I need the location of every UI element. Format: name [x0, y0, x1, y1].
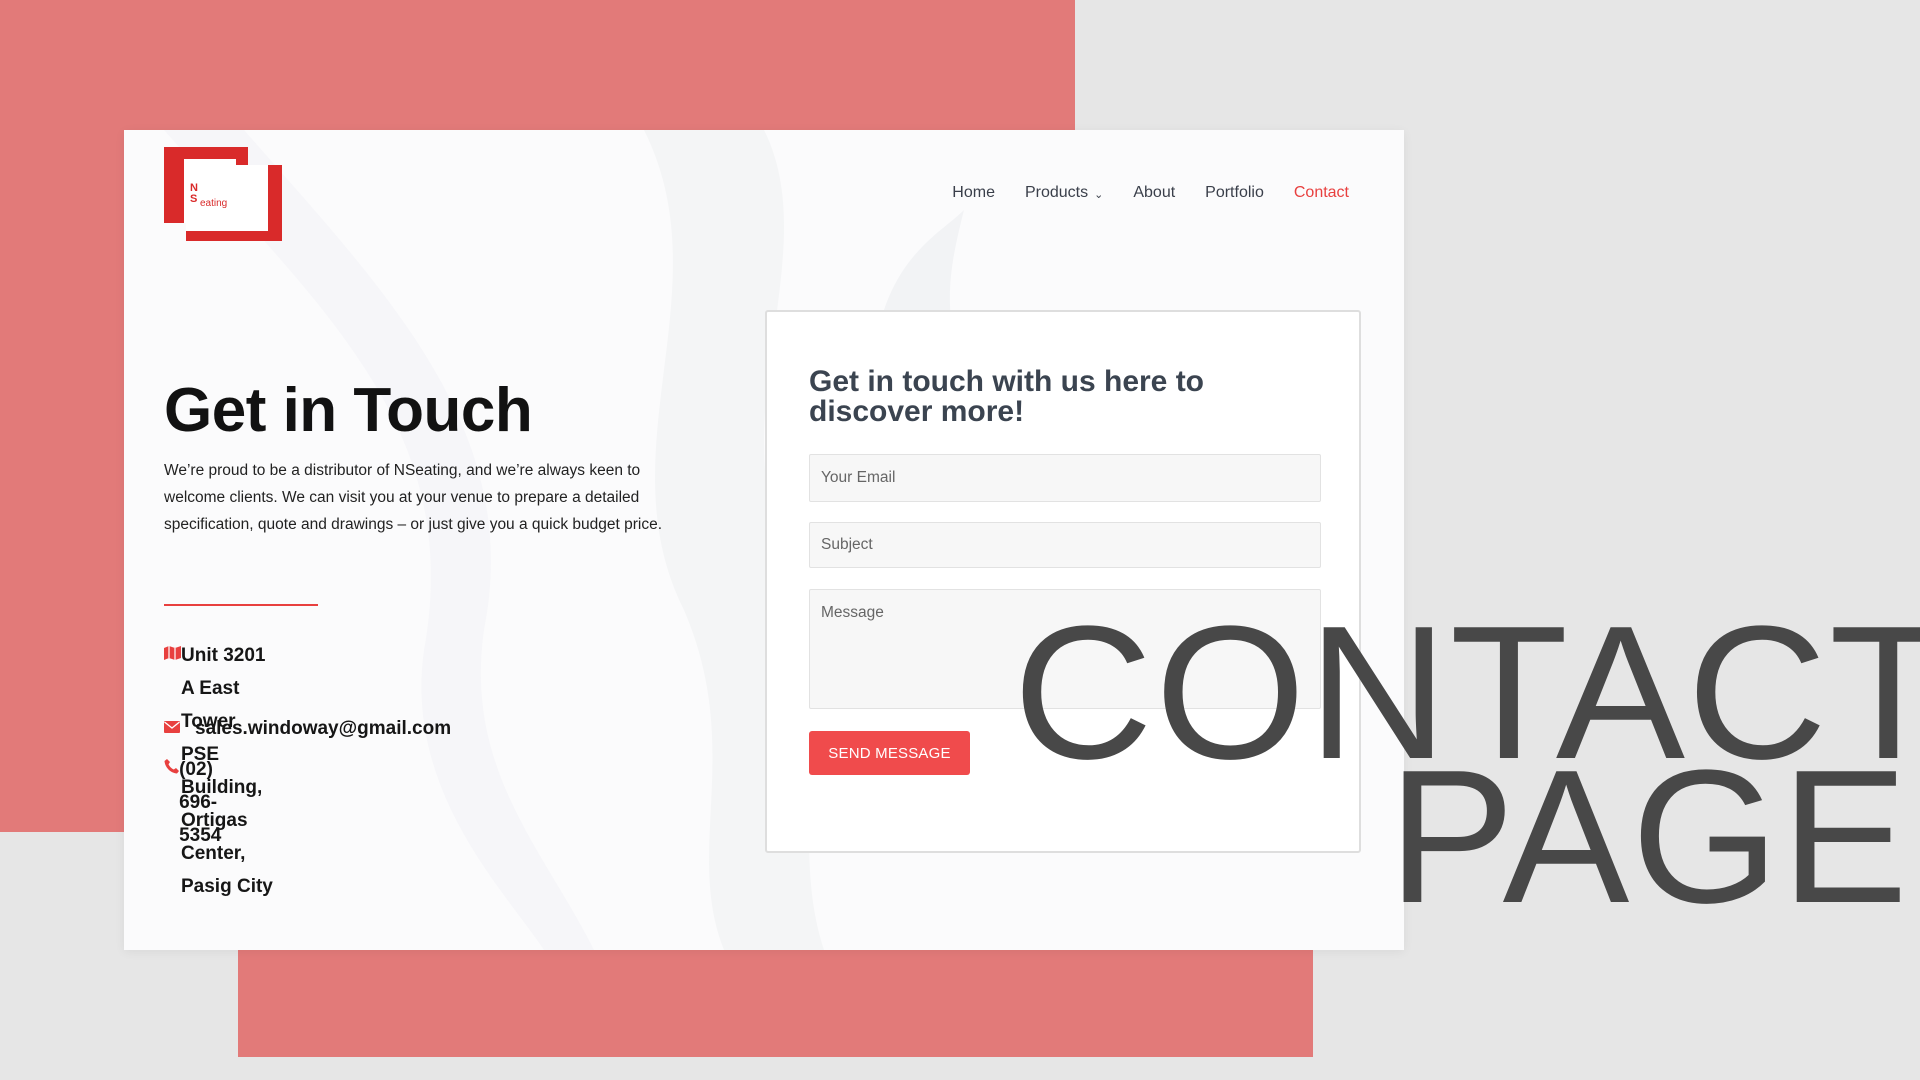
main-nav: Home Products ⌄ About Portfolio Contact — [952, 184, 1349, 202]
chevron-down-icon: ⌄ — [1094, 188, 1104, 201]
nav-item-label: Portfolio — [1205, 184, 1264, 201]
page-title: Get in Touch — [164, 376, 533, 445]
phone-text: (02) 696-5354 — [179, 759, 222, 846]
accent-divider — [164, 604, 318, 606]
nav-item-contact[interactable]: Contact — [1294, 184, 1349, 202]
form-title: Get in touch with us here to discover mo… — [809, 365, 1205, 428]
send-message-button[interactable]: SEND MESSAGE — [809, 731, 970, 775]
coral-background-strip — [238, 940, 1313, 1057]
contact-email[interactable]: sales.windoway@gmail.com — [164, 712, 451, 745]
email-field[interactable] — [809, 454, 1321, 502]
nav-item-label: Home — [952, 184, 995, 201]
intro-paragraph: We’re proud to be a distributor of NSeat… — [164, 462, 663, 533]
address-line-2: Pasig City — [181, 876, 273, 897]
website-screenshot: N S eating Home Products ⌄ About Portfol… — [124, 130, 1404, 950]
email-text: sales.windoway@gmail.com — [195, 718, 452, 739]
nav-item-portfolio[interactable]: Portfolio — [1205, 184, 1264, 202]
logo-wordmark: eating — [200, 198, 228, 209]
envelope-icon — [164, 712, 195, 745]
nav-item-products[interactable]: Products ⌄ — [1025, 184, 1103, 202]
logo-mark: N S — [190, 182, 198, 205]
contact-phone[interactable]: (02) 696-5354 — [164, 753, 237, 852]
nav-item-about[interactable]: About — [1133, 184, 1175, 202]
subject-field[interactable] — [809, 522, 1321, 568]
nav-item-label: Products — [1024, 184, 1089, 201]
nseating-logo[interactable]: N S eating — [164, 147, 282, 241]
nav-item-label: Contact — [1293, 184, 1349, 201]
nav-item-home[interactable]: Home — [952, 184, 995, 202]
map-icon — [164, 639, 181, 672]
overlay-heading-line-2: PAGE — [1388, 731, 1910, 943]
phone-icon — [164, 753, 179, 786]
nav-item-label: About — [1133, 184, 1176, 201]
